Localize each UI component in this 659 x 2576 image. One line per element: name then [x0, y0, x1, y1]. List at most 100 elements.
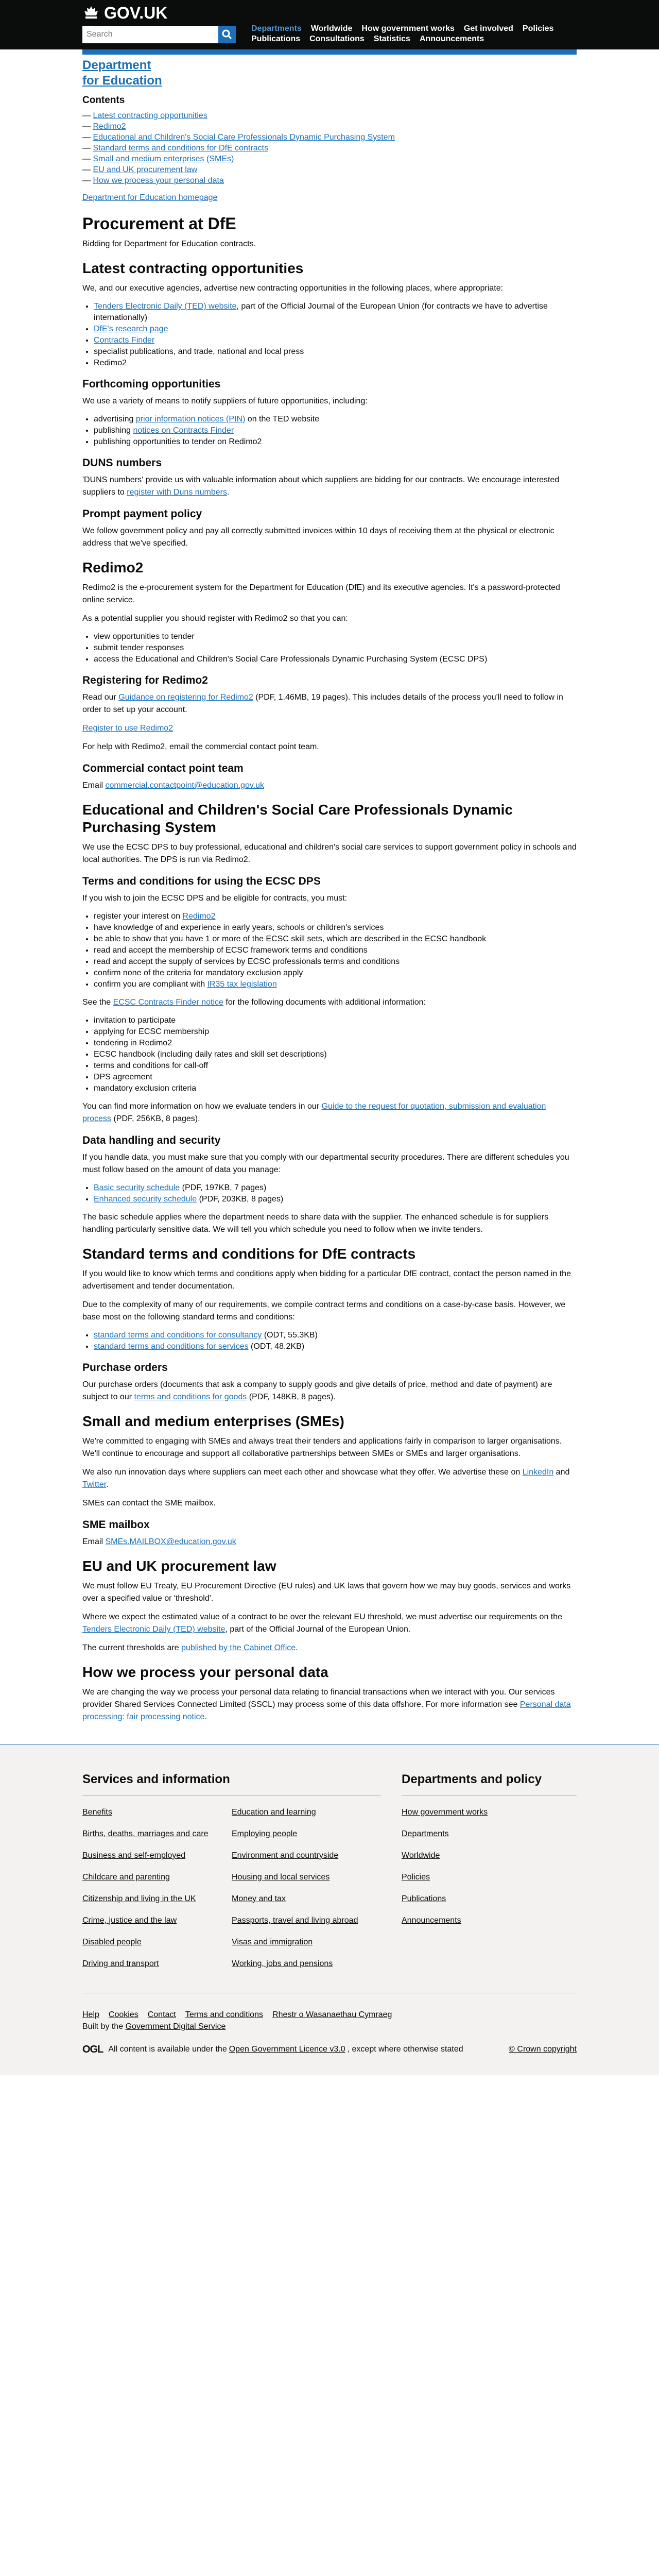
footer-link[interactable]: Disabled people: [82, 1937, 232, 1947]
contracts-finder-notices-link[interactable]: notices on Contracts Finder: [133, 426, 234, 435]
footer-link[interactable]: Births, deaths, marriages and care: [82, 1829, 232, 1839]
licence-text: , except where otherwise stated: [347, 2045, 463, 2054]
footer-link[interactable]: Environment and countryside: [232, 1851, 381, 1861]
ir35-link[interactable]: IR35 tax legislation: [207, 980, 277, 989]
ted-link[interactable]: Tenders Electronic Daily (TED) website: [94, 302, 236, 311]
contents-item: Standard terms and conditions for DfE co…: [82, 143, 577, 154]
duns-register-link[interactable]: register with Duns numbers: [127, 488, 227, 497]
help-link[interactable]: Help: [82, 2009, 99, 2021]
site-header: GOV.UK Departments Worldwide How governm…: [0, 0, 659, 49]
enhanced-security-link[interactable]: Enhanced security schedule: [94, 1195, 197, 1204]
footer-link[interactable]: Publications: [402, 1894, 577, 1904]
registering-guidance-link[interactable]: Guidance on registering for Redimo2: [118, 693, 253, 702]
paragraph-text: See the: [82, 998, 113, 1007]
nav-departments[interactable]: Departments: [251, 24, 302, 34]
twitter-link[interactable]: Twitter: [82, 1480, 106, 1489]
copyright-text: © Crown copyright: [509, 2045, 577, 2054]
contents-item: How we process your personal data: [82, 175, 577, 186]
paragraph-text: Read our: [82, 693, 119, 702]
paragraph-text: We are changing the way we process your …: [82, 1688, 555, 1709]
ecsc-docs-list: invitation to participate applying for E…: [82, 1015, 577, 1094]
contents-link[interactable]: EU and UK procurement law: [93, 165, 197, 174]
footer-link[interactable]: Worldwide: [402, 1851, 577, 1861]
footer-link[interactable]: Passports, travel and living abroad: [232, 1916, 381, 1926]
dfe-research-link[interactable]: DfE's research page: [94, 325, 168, 333]
search-input[interactable]: [82, 26, 218, 43]
footer-link[interactable]: Citizenship and living in the UK: [82, 1894, 232, 1904]
nav-worldwide[interactable]: Worldwide: [311, 24, 353, 34]
cookies-link[interactable]: Cookies: [109, 2009, 138, 2021]
footer-link[interactable]: Announcements: [402, 1916, 577, 1926]
footer-departments-title: Departments and policy: [402, 1771, 577, 1796]
sme-mailbox-heading: SME mailbox: [82, 1519, 150, 1531]
sme-email-link[interactable]: SMEs.MAILBOX@education.gov.uk: [105, 1537, 236, 1546]
contents-link[interactable]: Latest contracting opportunities: [93, 111, 207, 120]
pin-link[interactable]: prior information notices (PIN): [136, 415, 246, 423]
paragraph-text: and: [553, 1468, 570, 1477]
footer-link[interactable]: Money and tax: [232, 1894, 381, 1904]
register-redimo-link[interactable]: Register to use Redimo2: [82, 724, 173, 733]
organisation-logo-link[interactable]: Department for Education: [82, 58, 577, 89]
footer-departments: Departments and policy How government wo…: [402, 1771, 577, 1980]
contents-link[interactable]: Educational and Children's Social Care P…: [93, 133, 394, 142]
footer-link[interactable]: How government works: [402, 1807, 577, 1818]
footer-link[interactable]: Housing and local services: [232, 1872, 381, 1883]
goods-terms-link[interactable]: terms and conditions for goods: [134, 1393, 247, 1401]
welsh-services-link[interactable]: Rhestr o Wasanaethau Cymraeg: [272, 2009, 392, 2021]
footer-services: Services and information Benefits Births…: [82, 1771, 381, 1980]
contents-link[interactable]: Small and medium enterprises (SMEs): [93, 155, 234, 163]
contents-list: Latest contracting opportunities Redimo2…: [82, 110, 577, 186]
footer-link[interactable]: Policies: [402, 1872, 577, 1883]
gds-link[interactable]: Government Digital Service: [126, 2022, 226, 2031]
ted-website-link[interactable]: Tenders Electronic Daily (TED) website: [82, 1625, 225, 1634]
contracts-finder-link[interactable]: Contracts Finder: [94, 336, 154, 345]
footer-link[interactable]: Working, jobs and pensions: [232, 1959, 381, 1969]
paragraph-text: Email: [82, 1537, 106, 1547]
ecsc-notice-link[interactable]: ECSC Contracts Finder notice: [113, 998, 223, 1007]
list-item: Tenders Electronic Daily (TED) website, …: [94, 301, 577, 324]
linkedin-link[interactable]: LinkedIn: [523, 1468, 554, 1477]
personal-data-paragraph: We are changing the way we process your …: [82, 1686, 577, 1723]
dfe-homepage-link[interactable]: Department for Education homepage: [82, 192, 577, 204]
nav-announcements[interactable]: Announcements: [420, 34, 484, 44]
nav-how-government-works[interactable]: How government works: [361, 24, 454, 34]
footer-link[interactable]: Employing people: [232, 1829, 381, 1839]
footer-link[interactable]: Driving and transport: [82, 1959, 232, 1969]
terms-link[interactable]: Terms and conditions: [185, 2009, 263, 2021]
nav-statistics[interactable]: Statistics: [374, 34, 410, 44]
nav-consultations[interactable]: Consultations: [309, 34, 365, 44]
nav-policies[interactable]: Policies: [523, 24, 553, 34]
footer-link[interactable]: Departments: [402, 1829, 577, 1839]
contact-link[interactable]: Contact: [148, 2009, 176, 2021]
contents-link[interactable]: Standard terms and conditions for DfE co…: [93, 144, 268, 152]
consultancy-terms-link[interactable]: standard terms and conditions for consul…: [94, 1331, 262, 1340]
list-item: ECSC handbook (including daily rates and…: [94, 1049, 577, 1060]
govuk-logo-link[interactable]: GOV.UK: [82, 2, 167, 24]
list-item-text: (ODT, 55.3KB): [262, 1331, 318, 1340]
register-paragraph: Register to use Redimo2: [82, 722, 577, 735]
ogl-link[interactable]: Open Government Licence v3.0: [229, 2044, 345, 2055]
footer-link[interactable]: Visas and immigration: [232, 1937, 381, 1947]
footer-link[interactable]: Education and learning: [232, 1807, 381, 1818]
nav-publications[interactable]: Publications: [251, 34, 300, 44]
paragraph-text: .: [106, 1480, 109, 1489]
redimo-link[interactable]: Redimo2: [183, 912, 216, 921]
footer-link[interactable]: Business and self-employed: [82, 1851, 232, 1861]
nav-get-involved[interactable]: Get involved: [464, 24, 513, 34]
basic-security-link[interactable]: Basic security schedule: [94, 1183, 180, 1192]
paragraph-text: .: [204, 1713, 207, 1722]
contents-link[interactable]: How we process your personal data: [93, 176, 223, 185]
search-button[interactable]: [218, 26, 236, 43]
cabinet-office-link[interactable]: published by the Cabinet Office: [181, 1643, 296, 1652]
footer-link[interactable]: Childcare and parenting: [82, 1872, 232, 1883]
ecsc-heading: Educational and Children's Social Care P…: [82, 802, 513, 836]
services-terms-link[interactable]: standard terms and conditions for servic…: [94, 1342, 249, 1351]
contents-link[interactable]: Redimo2: [93, 122, 126, 131]
latest-heading: Latest contracting opportunities: [82, 260, 304, 277]
crown-copyright-link[interactable]: © Crown copyright: [509, 2044, 577, 2055]
ccp-email-link[interactable]: commercial.contactpoint@education.gov.uk: [105, 781, 264, 790]
footer-link[interactable]: Crime, justice and the law: [82, 1916, 232, 1926]
sme-mailbox-paragraph: Email SMEs.MAILBOX@education.gov.uk: [82, 1536, 577, 1548]
list-item: specialist publications, and trade, nati…: [94, 346, 577, 358]
footer-link[interactable]: Benefits: [82, 1807, 232, 1818]
